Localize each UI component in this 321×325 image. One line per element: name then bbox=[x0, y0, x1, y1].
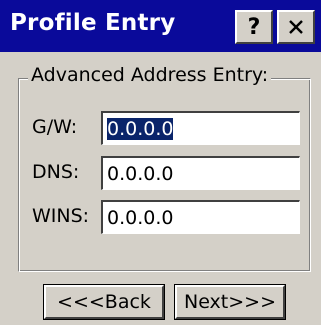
help-button[interactable]: ? bbox=[235, 10, 273, 44]
gateway-label: G/W: bbox=[32, 116, 78, 138]
close-icon bbox=[289, 20, 303, 34]
window-title: Profile Entry bbox=[10, 10, 176, 36]
next-button[interactable]: Next>>> bbox=[174, 284, 286, 320]
group-legend: Advanced Address Entry: bbox=[28, 64, 272, 86]
wins-field[interactable]: 0.0.0.0 bbox=[101, 200, 300, 234]
close-button[interactable] bbox=[277, 10, 315, 44]
help-icon: ? bbox=[247, 14, 261, 40]
dns-value: 0.0.0.0 bbox=[107, 163, 174, 185]
back-button[interactable]: <<<Back bbox=[43, 284, 165, 320]
dns-label: DNS: bbox=[32, 161, 80, 183]
gateway-field[interactable]: 0.0.0.0 bbox=[101, 111, 300, 145]
profile-entry-dialog: Profile Entry ? Advanced Address Entry: … bbox=[0, 0, 321, 325]
wins-value: 0.0.0.0 bbox=[107, 207, 174, 229]
title-bar: Profile Entry ? bbox=[0, 0, 321, 52]
dns-field[interactable]: 0.0.0.0 bbox=[101, 156, 300, 190]
gateway-value: 0.0.0.0 bbox=[107, 118, 174, 140]
wins-label: WINS: bbox=[32, 205, 90, 227]
